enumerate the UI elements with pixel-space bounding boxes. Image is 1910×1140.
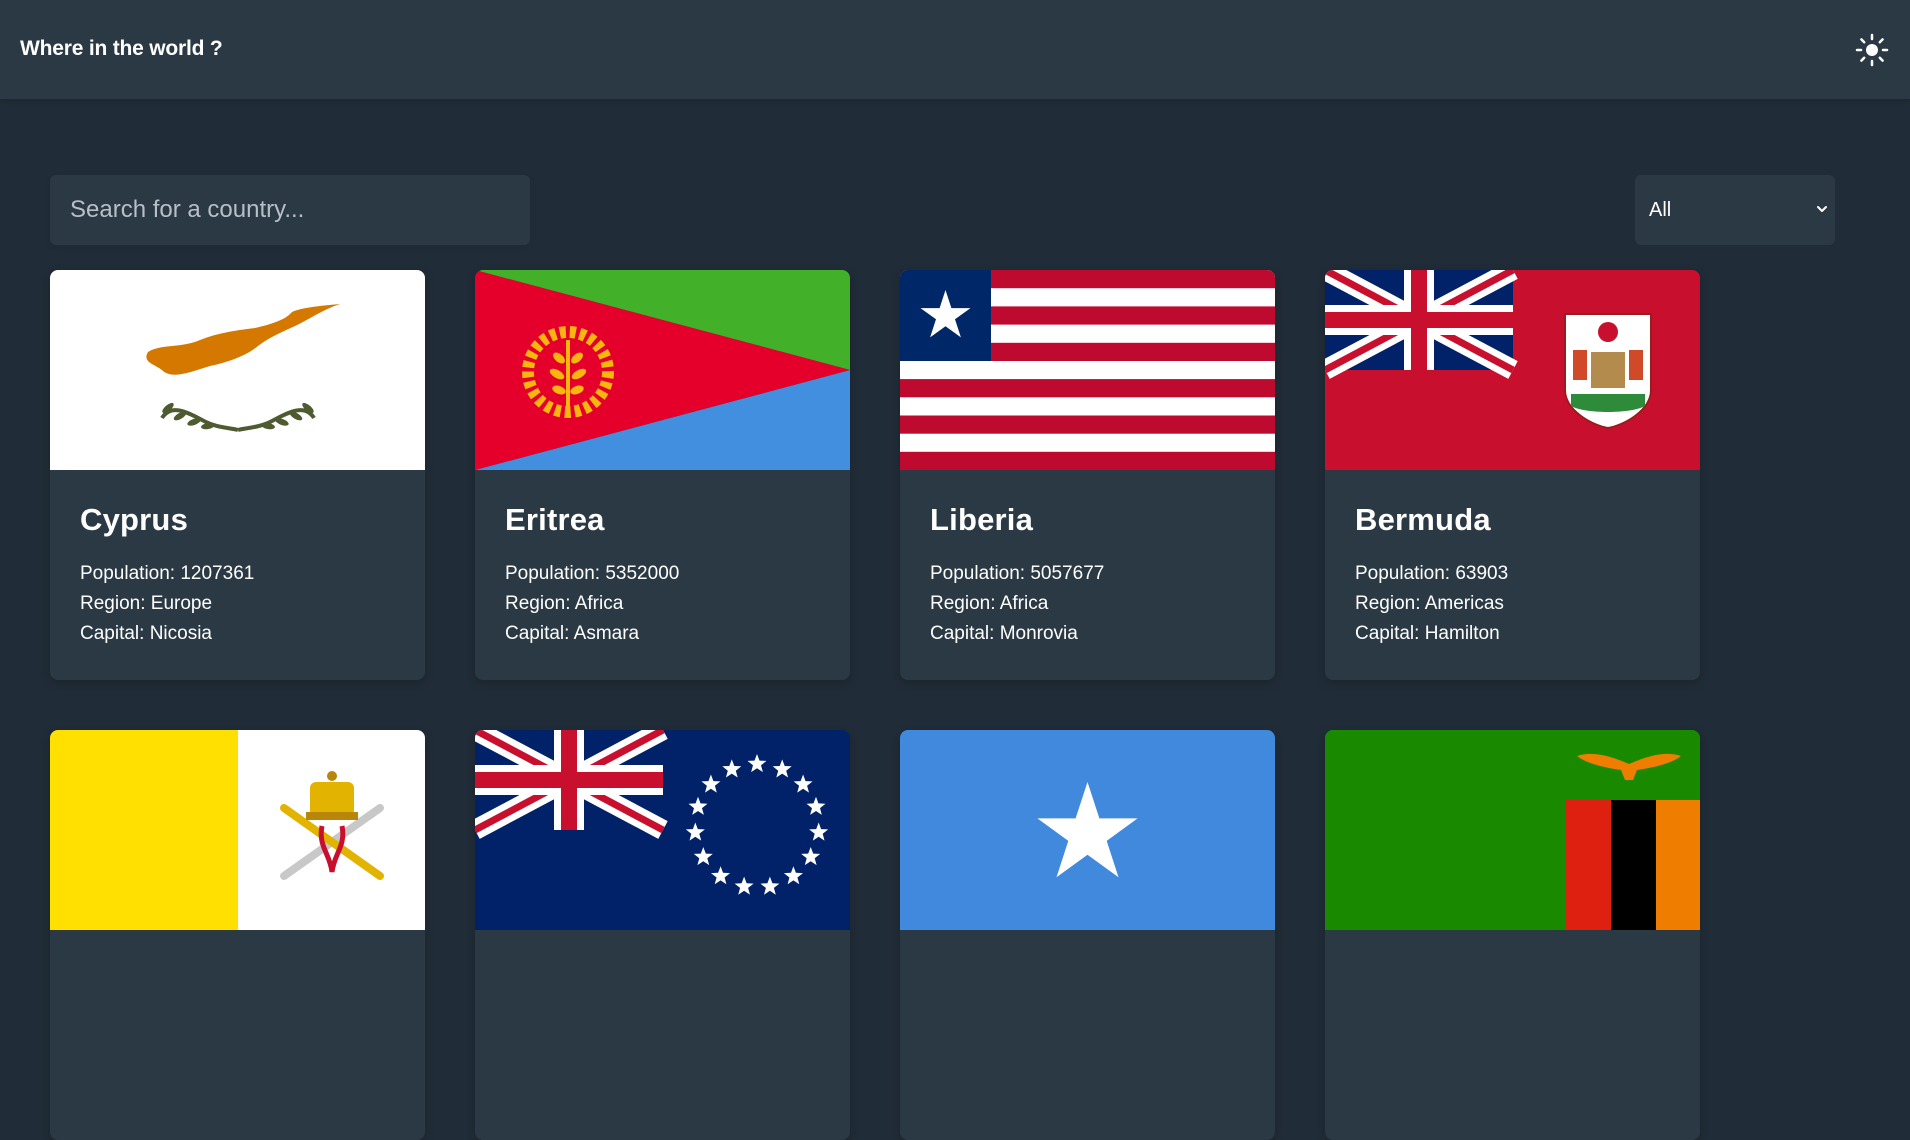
region-value: Americas [1424, 593, 1504, 614]
search-box [50, 175, 530, 245]
flag-somalia [900, 730, 1275, 930]
capital-value: Asmara [573, 623, 640, 644]
flag-cyprus [50, 270, 425, 470]
region-filter-select[interactable]: All [1635, 175, 1835, 245]
country-name: Liberia [930, 502, 1034, 537]
country-card-cyprus[interactable]: Cyprus Population: 1207361 Region: Europ… [50, 270, 425, 680]
app-title: Where in the world ? [20, 37, 223, 60]
country-card-vatican-city[interactable] [50, 730, 425, 1140]
flag-cook-islands [475, 730, 850, 930]
region-value: Europe [150, 593, 213, 614]
country-card-eritrea[interactable]: Eritrea Population: 5352000 Region: Afri… [475, 270, 850, 680]
region-row: Region: Europe [80, 593, 212, 615]
capital-row: Capital: Hamilton [1355, 623, 1500, 645]
flag-vatican-city [50, 730, 425, 930]
flag-bermuda [1325, 270, 1700, 470]
capital-row: Capital: Monrovia [930, 623, 1078, 645]
region-label: Region: [505, 593, 571, 614]
capital-label: Capital: [505, 623, 570, 644]
flag-liberia [900, 270, 1275, 470]
country-card-zambia[interactable] [1325, 730, 1700, 1140]
region-label: Region: [930, 593, 996, 614]
country-name: Cyprus [80, 502, 189, 537]
region-row: Region: Americas [1355, 593, 1504, 615]
capital-value: Nicosia [149, 623, 213, 644]
capital-row: Capital: Nicosia [80, 623, 212, 645]
search-input[interactable] [50, 175, 530, 245]
region-label: Region: [80, 593, 146, 614]
country-name: Bermuda [1355, 502, 1491, 537]
region-row: Region: Africa [505, 593, 623, 615]
flag-zambia [1325, 730, 1700, 930]
population-value: 5057677 [1030, 563, 1105, 584]
population-label: Population: [1355, 563, 1451, 584]
population-row: Population: 5352000 [505, 563, 679, 585]
population-label: Population: [930, 563, 1026, 584]
theme-toggle-button[interactable] [1855, 33, 1889, 67]
region-filter-value: All [1649, 199, 1672, 221]
population-row: Population: 1207361 [80, 563, 254, 585]
region-value: Africa [574, 593, 624, 614]
sun-icon [1855, 33, 1889, 67]
population-value: 1207361 [180, 563, 255, 584]
country-name: Eritrea [505, 502, 605, 537]
region-value: Africa [999, 593, 1049, 614]
population-label: Population: [505, 563, 601, 584]
chevron-down-icon [1817, 206, 1827, 212]
population-row: Population: 63903 [1355, 563, 1508, 585]
capital-label: Capital: [930, 623, 995, 644]
population-value: 63903 [1455, 563, 1509, 584]
population-label: Population: [80, 563, 176, 584]
capital-label: Capital: [80, 623, 145, 644]
population-value: 5352000 [605, 563, 680, 584]
capital-value: Hamilton [1424, 623, 1500, 644]
capital-value: Monrovia [999, 623, 1078, 644]
capital-label: Capital: [1355, 623, 1420, 644]
capital-row: Capital: Asmara [505, 623, 639, 645]
region-row: Region: Africa [930, 593, 1048, 615]
country-card-liberia[interactable]: Liberia Population: 5057677 Region: Afri… [900, 270, 1275, 680]
country-card-somalia[interactable] [900, 730, 1275, 1140]
region-label: Region: [1355, 593, 1421, 614]
top-header: Where in the world ? [0, 0, 1910, 99]
flag-eritrea [475, 270, 850, 470]
country-card-bermuda[interactable]: Bermuda Population: 63903 Region: Americ… [1325, 270, 1700, 680]
country-card-cook-islands[interactable] [475, 730, 850, 1140]
population-row: Population: 5057677 [930, 563, 1104, 585]
